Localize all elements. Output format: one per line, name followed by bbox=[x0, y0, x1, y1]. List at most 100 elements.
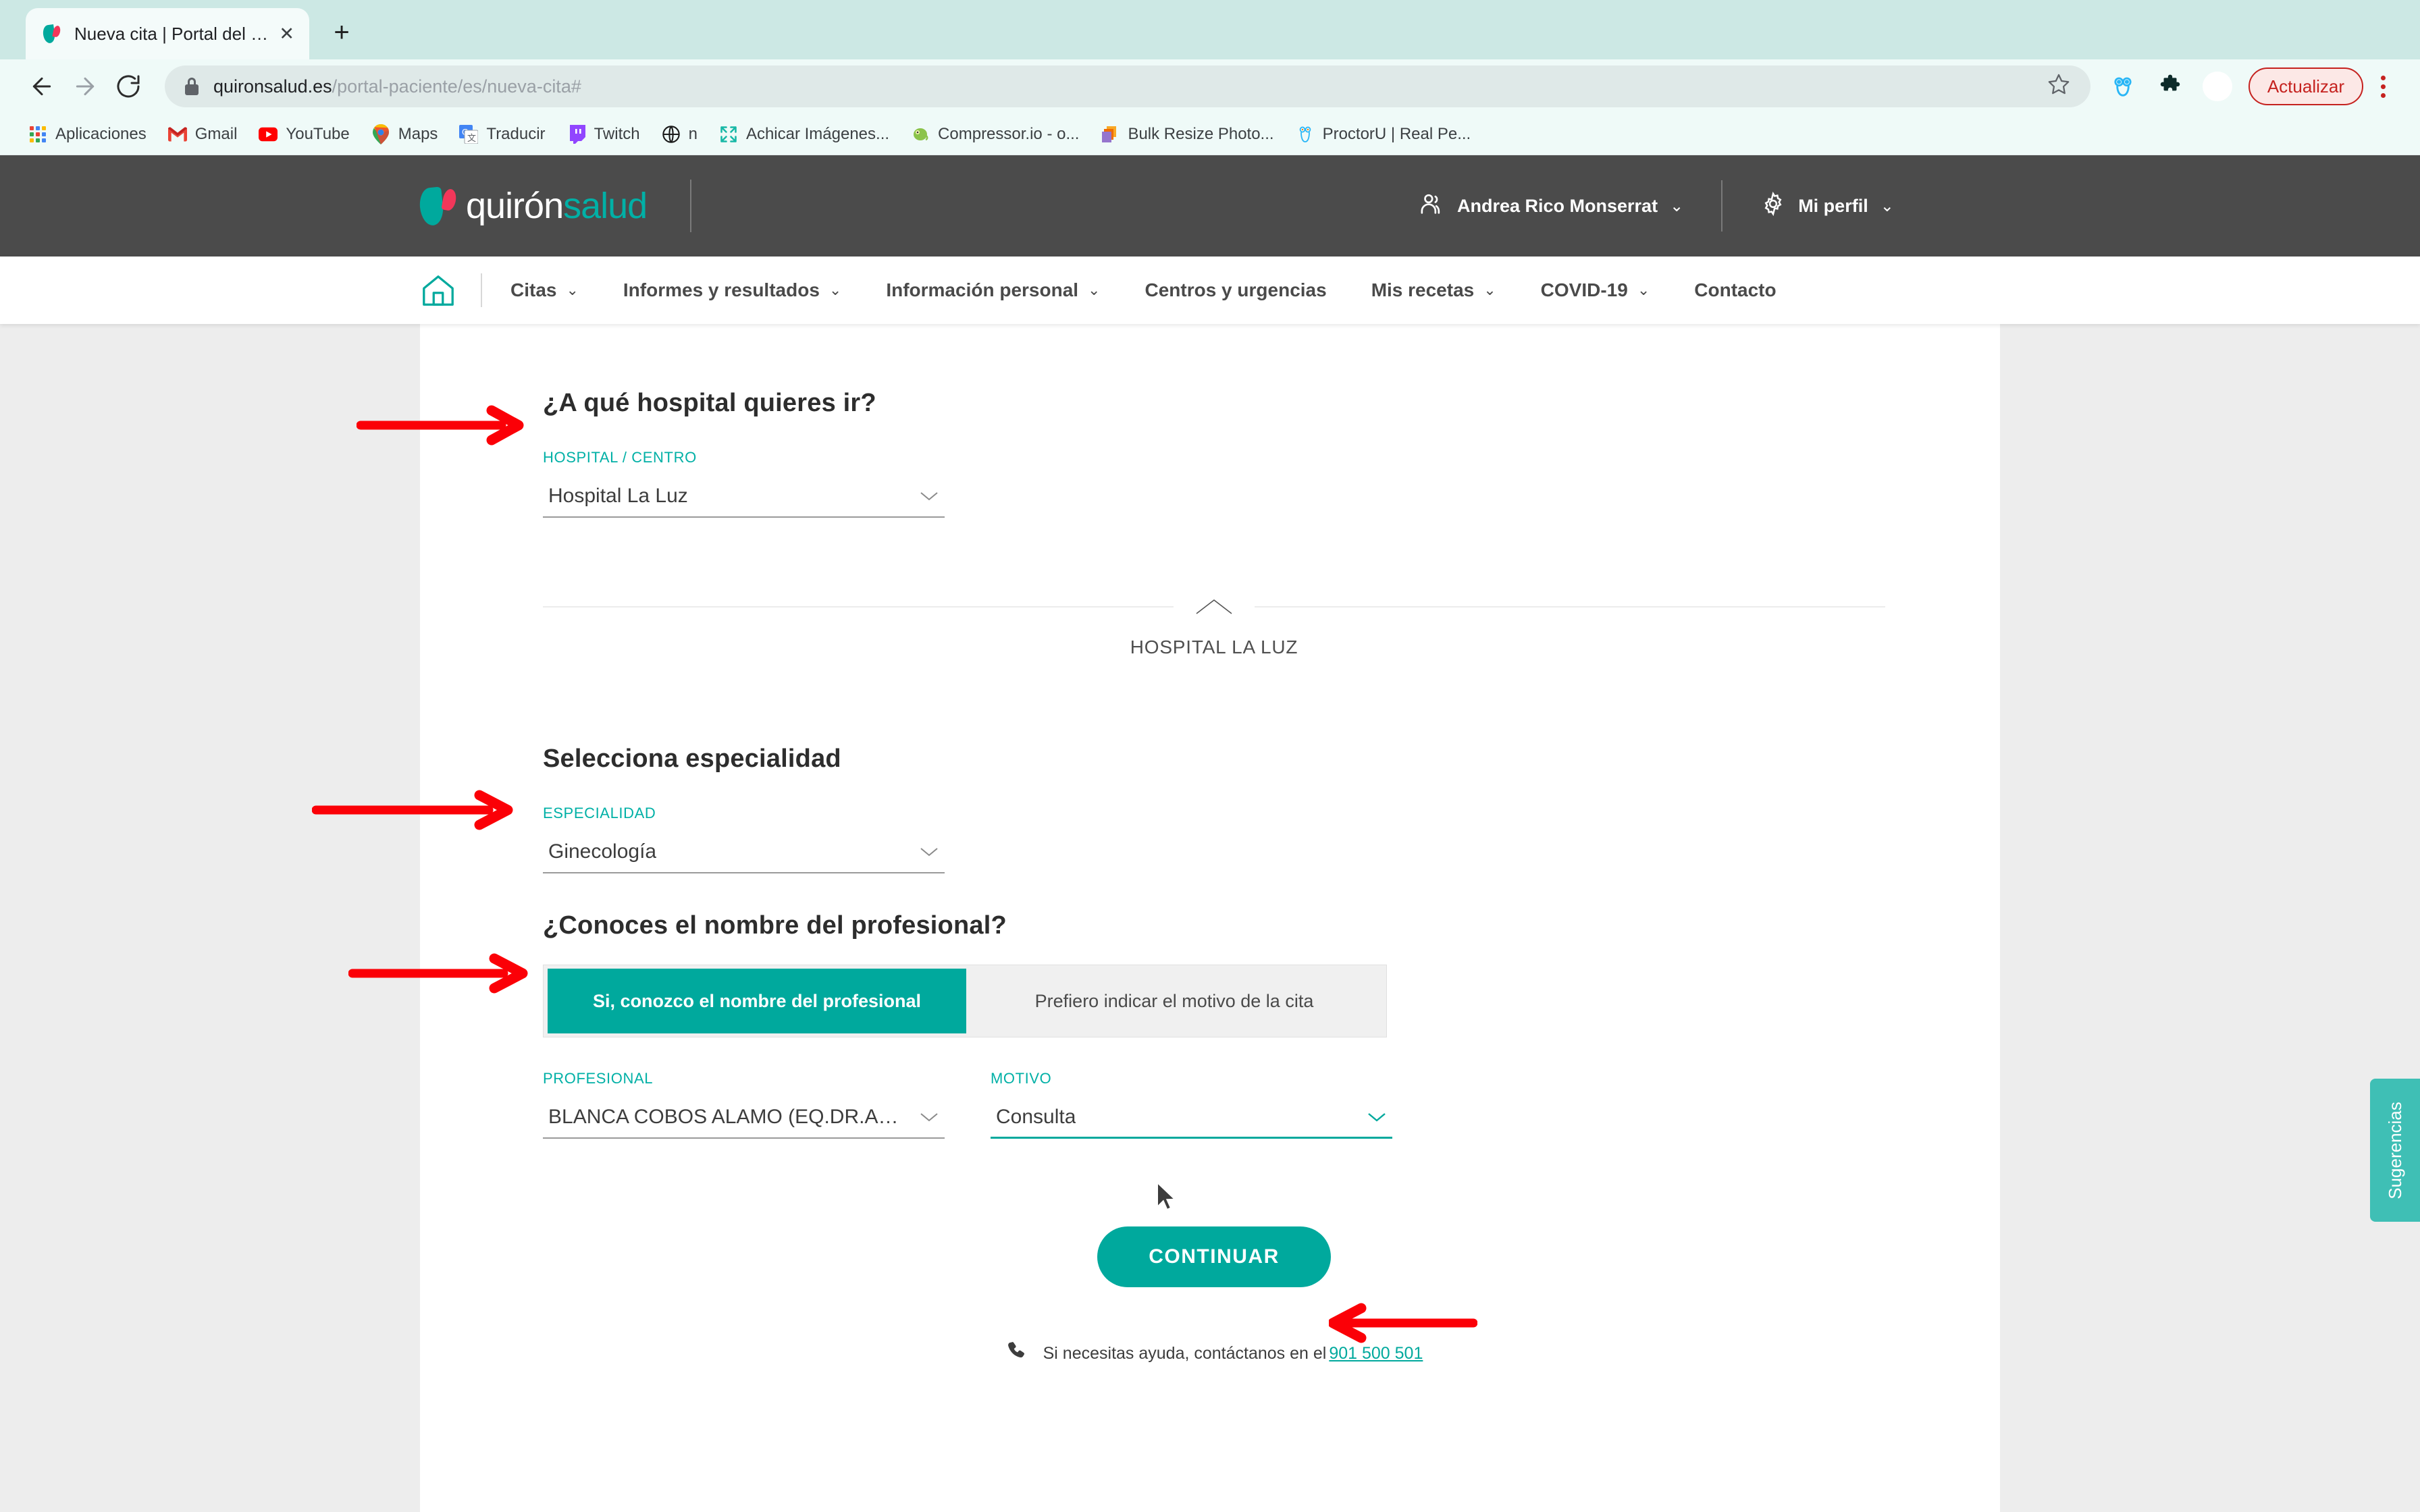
bookmark-label: Gmail bbox=[194, 124, 238, 143]
nav-item-mis-recetas[interactable]: Mis recetas ⌄ bbox=[1371, 279, 1496, 301]
bookmark-youtube[interactable]: YouTube bbox=[248, 118, 360, 151]
tab-indicate-reason[interactable]: Prefiero indicar el motivo de la cita bbox=[966, 969, 1382, 1033]
site-logo[interactable]: quirónsalud bbox=[418, 155, 648, 256]
user-menu[interactable]: Andrea Rico Monserrat ⌄ bbox=[1418, 190, 1683, 222]
nav-label: Contacto bbox=[1694, 279, 1777, 300]
apps-grid-icon bbox=[28, 125, 47, 144]
logo-word-secondary: salud bbox=[563, 186, 648, 226]
professional-select-value: BLANCA COBOS ALAMO (EQ.DR.ALBI) bbox=[548, 1106, 908, 1128]
google-translate-icon: G文 bbox=[459, 124, 479, 144]
professional-mode-tabs: Si, conozco el nombre del profesional Pr… bbox=[543, 965, 1387, 1037]
chevron-down-icon: ⌄ bbox=[1670, 196, 1684, 215]
profile-menu[interactable]: Mi perfil ⌄ bbox=[1760, 191, 1894, 221]
nav-label: COVID-19 bbox=[1540, 279, 1628, 300]
bookmark-achicar-imagenes[interactable]: Achicar Imágenes... bbox=[708, 118, 900, 151]
specialty-select[interactable]: Ginecología bbox=[543, 832, 945, 873]
bookmark-compressor[interactable]: Compressor.io - o... bbox=[900, 118, 1090, 151]
nav-item-contacto[interactable]: Contacto bbox=[1694, 279, 1776, 301]
specialty-field: ESPECIALIDAD Ginecología bbox=[543, 805, 2000, 873]
site-header: quirónsalud Andrea Rico Monserrat ⌄ Mi p… bbox=[0, 155, 2420, 256]
chevron-down-icon: ⌄ bbox=[1637, 281, 1650, 298]
owl-extension-icon[interactable] bbox=[2101, 65, 2145, 108]
forward-icon[interactable] bbox=[63, 65, 107, 108]
bookmark-n[interactable]: n bbox=[651, 118, 708, 151]
caret-up-icon bbox=[1174, 597, 1255, 616]
bookmark-label: YouTube bbox=[286, 124, 350, 143]
close-icon[interactable]: ✕ bbox=[279, 24, 294, 43]
bookmark-twitch[interactable]: Twitch bbox=[556, 118, 651, 151]
back-icon[interactable] bbox=[20, 65, 63, 108]
bookmark-proctoru[interactable]: ProctorU | Real Pe... bbox=[1285, 118, 1482, 151]
professional-field-label: PROFESIONAL bbox=[543, 1070, 654, 1087]
hospital-select-value: Hospital La Luz bbox=[548, 485, 688, 507]
hospital-select[interactable]: Hospital La Luz bbox=[543, 476, 945, 518]
chevron-down-icon bbox=[919, 841, 939, 863]
chevron-down-icon: ⌄ bbox=[1088, 281, 1101, 298]
bookmark-label: Maps bbox=[398, 124, 438, 143]
home-icon[interactable] bbox=[420, 272, 456, 308]
annotation-arrow-continuar bbox=[1329, 1303, 1477, 1343]
bookmark-apps[interactable]: Aplicaciones bbox=[18, 118, 157, 151]
chevron-down-icon: ⌄ bbox=[828, 281, 842, 298]
update-button[interactable]: Actualizar bbox=[2248, 68, 2363, 105]
avatar[interactable] bbox=[2196, 65, 2239, 108]
bookmark-gmail[interactable]: Gmail bbox=[157, 118, 248, 151]
motivo-field: MOTIVO Consulta bbox=[991, 1070, 1392, 1139]
bookmark-label: Compressor.io - o... bbox=[938, 124, 1080, 143]
nav-label: Mis recetas bbox=[1371, 279, 1475, 300]
chevron-down-icon bbox=[919, 485, 939, 507]
reload-icon[interactable] bbox=[107, 65, 150, 108]
bookmarks-bar: Aplicaciones Gmail YouTube Maps G文 Tradu… bbox=[0, 113, 2420, 155]
gmail-icon bbox=[167, 125, 187, 144]
quironsalud-logo-mark-icon bbox=[418, 184, 462, 228]
nav-item-covid-19[interactable]: COVID-19 ⌄ bbox=[1541, 279, 1650, 301]
nav-item-informacion-personal[interactable]: Información personal ⌄ bbox=[886, 279, 1100, 301]
bookmark-label: Achicar Imágenes... bbox=[745, 124, 890, 143]
user-icon bbox=[1418, 190, 1445, 222]
help-phone-link[interactable]: 901 500 501 bbox=[1329, 1344, 1423, 1364]
nav-label: Informes y resultados bbox=[623, 279, 820, 300]
chevron-down-icon: ⌄ bbox=[566, 281, 579, 298]
tab-strip: Nueva cita | Portal del paciente ✕ + bbox=[0, 0, 2420, 59]
professional-section-title: ¿Conoces el nombre del profesional? bbox=[543, 911, 1007, 940]
tab-know-professional[interactable]: Si, conozco el nombre del profesional bbox=[548, 969, 966, 1033]
bookmark-label: Aplicaciones bbox=[55, 124, 147, 143]
browser-tab[interactable]: Nueva cita | Portal del paciente ✕ bbox=[26, 8, 309, 59]
bookmark-label: Twitch bbox=[594, 124, 640, 143]
new-tab-button[interactable]: + bbox=[316, 7, 367, 58]
bookmark-label: Bulk Resize Photo... bbox=[1128, 124, 1274, 143]
motivo-select[interactable]: Consulta bbox=[991, 1097, 1392, 1139]
bookmark-maps[interactable]: Maps bbox=[361, 118, 449, 151]
extensions-puzzle-icon[interactable] bbox=[2149, 65, 2192, 108]
globe-icon bbox=[662, 125, 681, 144]
motivo-select-value: Consulta bbox=[996, 1105, 1076, 1128]
owl-icon bbox=[1296, 125, 1315, 144]
site-nav: Citas ⌄ Informes y resultados ⌄ Informació… bbox=[0, 256, 2420, 324]
annotation-arrow-hospital bbox=[357, 405, 524, 446]
continue-button[interactable]: CONTINUAR bbox=[1097, 1226, 1331, 1287]
appointment-form: ¿A qué hospital quieres ir? HOSPITAL / C… bbox=[420, 324, 2000, 1368]
hospital-field-label: HOSPITAL / CENTRO bbox=[543, 449, 697, 466]
professional-reason-row: PROFESIONAL BLANCA COBOS ALAMO (EQ.DR.AL… bbox=[543, 1070, 2000, 1139]
bookmark-star-icon[interactable] bbox=[2047, 72, 2070, 101]
professional-select[interactable]: BLANCA COBOS ALAMO (EQ.DR.ALBI) bbox=[543, 1097, 945, 1139]
lock-icon bbox=[185, 78, 199, 95]
chameleon-icon bbox=[911, 125, 930, 144]
nav-item-centros-y-urgencias[interactable]: Centros y urgencias bbox=[1145, 279, 1326, 301]
nav-item-citas[interactable]: Citas ⌄ bbox=[510, 279, 579, 301]
chevron-down-icon: ⌄ bbox=[1880, 196, 1894, 215]
youtube-icon bbox=[259, 125, 278, 144]
selected-hospital-caption: HOSPITAL LA LUZ bbox=[1130, 637, 1298, 657]
bookmark-traducir[interactable]: G文 Traducir bbox=[448, 118, 556, 151]
mouse-cursor bbox=[1157, 1181, 1177, 1211]
browser-menu-icon[interactable] bbox=[2366, 65, 2400, 108]
bookmark-bulk-resize[interactable]: Bulk Resize Photo... bbox=[1090, 118, 1284, 151]
address-bar[interactable]: quironsalud.es/portal-paciente/es/nueva-… bbox=[165, 65, 2090, 107]
annotation-arrow-especialidad bbox=[312, 790, 513, 830]
suggestions-side-tab[interactable]: Sugerencias bbox=[2370, 1079, 2420, 1222]
bookmark-label: n bbox=[688, 124, 698, 143]
logo-word-primary: quirón bbox=[466, 186, 564, 226]
nav-item-informes-y-resultados[interactable]: Informes y resultados ⌄ bbox=[623, 279, 841, 301]
twitch-icon bbox=[567, 124, 586, 144]
section-divider bbox=[543, 597, 2000, 616]
